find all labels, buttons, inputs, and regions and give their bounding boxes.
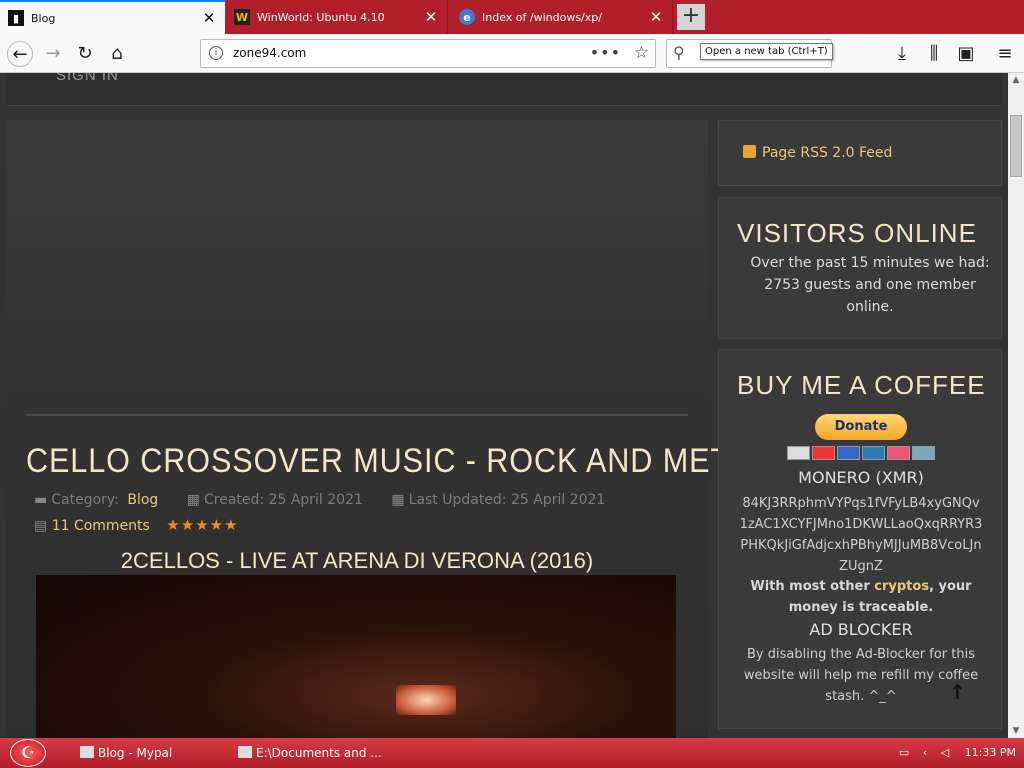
browser-icon xyxy=(80,746,94,758)
volume-icon[interactable]: ◁ xyxy=(941,746,949,759)
new-tab-tooltip: Open a new tab (Ctrl+T) xyxy=(700,43,833,60)
scroll-down-icon[interactable]: ▼ xyxy=(1008,726,1024,736)
rss-icon xyxy=(743,145,756,158)
crypto-warning: With most other cryptos, your money is t… xyxy=(750,579,972,615)
folder-icon: ▬ xyxy=(34,492,48,508)
scroll-up-icon[interactable]: ▲ xyxy=(1008,75,1024,85)
system-tray: ▭ ‹ ◁ 11:33 PM xyxy=(899,742,1016,764)
keyboard-icon[interactable]: ▭ xyxy=(899,746,909,759)
close-tab-icon[interactable]: ✕ xyxy=(201,10,217,26)
category-link[interactable]: Blog xyxy=(127,492,158,508)
video-frame xyxy=(396,685,456,715)
monero-address[interactable]: 84KJ3RRphmVYPqs1fVFyLB4xyGNQv1zAC1XCYFJM… xyxy=(739,493,983,577)
article-meta: ▬ Category: Blog ▦ Created: 25 April 2021 … xyxy=(34,492,609,508)
visitors-text: Over the past 15 minutes we had: 2753 gu… xyxy=(750,255,990,315)
7zip-icon xyxy=(238,746,252,758)
site-info-icon[interactable]: i xyxy=(209,46,223,60)
task-blog-mypal[interactable]: Blog - Mypal xyxy=(80,742,172,764)
terminal-favicon-icon: ▮ xyxy=(8,10,24,26)
back-to-top-icon[interactable]: ↑ xyxy=(949,680,966,704)
article-title[interactable]: CELLO CROSSOVER MUSIC - ROCK AND METAL xyxy=(26,442,767,481)
category-label: Category: xyxy=(51,492,119,508)
new-tab-button[interactable]: + xyxy=(677,4,705,30)
ie-favicon-icon: e xyxy=(459,9,475,25)
reload-button[interactable]: ↻ xyxy=(72,41,98,67)
library-button[interactable]: ⫼ xyxy=(921,41,947,67)
back-button[interactable]: ← xyxy=(7,41,33,67)
url-bar[interactable]: i zone94.com ••• ☆ xyxy=(200,39,656,68)
video-title: 2CELLOS - LIVE AT ARENA DI VERONA (2016) xyxy=(120,548,594,573)
top-menu-strip: SIGN IN xyxy=(6,73,1002,106)
tab-index-xp[interactable]: e Index of /windows/xp/ ✕ xyxy=(451,0,673,34)
tray-expand-icon[interactable]: ‹ xyxy=(923,746,927,759)
visitors-title: VISITORS ONLINE xyxy=(737,218,977,248)
comment-icon: ▤ xyxy=(34,518,48,534)
tab-strip: ▮ Blog ✕ W WinWorld: Ubuntu 4.10 ✕ e Ind… xyxy=(0,0,1024,34)
bookmark-star-icon[interactable]: ☆ xyxy=(634,43,649,63)
search-icon: ⚲ xyxy=(673,43,685,62)
close-tab-icon[interactable]: ✕ xyxy=(648,9,664,25)
page-scrollbar[interactable]: ▲ ▼ xyxy=(1008,73,1024,738)
video-player[interactable] xyxy=(36,575,676,738)
calendar-icon: ▦ xyxy=(391,492,405,508)
scroll-thumb[interactable] xyxy=(1010,115,1022,177)
tab-winworld[interactable]: W WinWorld: Ubuntu 4.10 ✕ xyxy=(226,0,448,34)
sign-in-link[interactable]: SIGN IN xyxy=(56,73,119,84)
tab-title: Blog xyxy=(31,11,56,25)
updated-date: Last Updated: 25 April 2021 xyxy=(408,492,606,508)
donate-button[interactable]: Donate xyxy=(815,414,907,440)
tab-title: WinWorld: Ubuntu 4.10 xyxy=(257,10,385,24)
adblock-text: By disabling the Ad-Blocker for this web… xyxy=(743,647,979,704)
monero-title: MONERO (XMR) xyxy=(798,468,924,487)
download-button[interactable]: ⤓ xyxy=(889,41,915,67)
coffee-box: BUY ME A COFFEE Donate MONERO (XMR) 84KJ… xyxy=(718,349,1002,729)
page-content: SIGN IN CELLO CROSSOVER MUSIC - ROCK AND… xyxy=(0,73,1008,738)
calendar-icon: ▦ xyxy=(186,492,200,508)
sidebar-button[interactable]: ▣ xyxy=(953,41,979,67)
menu-button[interactable]: ≡ xyxy=(992,41,1018,67)
article-meta-comments: ▤ 11 Comments ★★★★★ xyxy=(34,516,239,534)
payment-cards-icon xyxy=(787,446,935,460)
rating-stars[interactable]: ★★★★★ xyxy=(166,516,238,534)
page-actions-icon[interactable]: ••• xyxy=(590,43,621,62)
rss-box: Page RSS 2.0 Feed xyxy=(718,120,1002,186)
coffee-title: BUY ME A COFFEE xyxy=(737,370,986,400)
visitors-box: VISITORS ONLINE Over the past 15 minutes… xyxy=(718,197,1002,339)
url-text[interactable]: zone94.com xyxy=(233,46,306,60)
taskbar: ☪ Blog - Mypal E:\Documents and ... ▭ ‹ … xyxy=(0,738,1024,768)
created-date: Created: 25 April 2021 xyxy=(203,492,363,508)
cryptos-link[interactable]: cryptos xyxy=(874,579,929,594)
rss-link[interactable]: Page RSS 2.0 Feed xyxy=(743,145,892,161)
start-button[interactable]: ☪ xyxy=(10,739,46,767)
tab-title: Index of /windows/xp/ xyxy=(482,10,602,24)
navigation-bar: ← → ↻ ⌂ i zone94.com ••• ☆ ⚲ ⤓ ⫼ ▣ ≡ xyxy=(0,34,1024,73)
tab-blog[interactable]: ▮ Blog ✕ xyxy=(0,0,225,34)
task-explorer[interactable]: E:\Documents and ... xyxy=(238,742,382,764)
forward-button[interactable]: → xyxy=(40,41,66,67)
adblock-title: AD BLOCKER xyxy=(809,620,913,639)
home-button[interactable]: ⌂ xyxy=(104,41,130,67)
comments-link[interactable]: 11 Comments xyxy=(52,518,150,534)
divider xyxy=(26,414,688,416)
close-tab-icon[interactable]: ✕ xyxy=(423,9,439,25)
main-column: CELLO CROSSOVER MUSIC - ROCK AND METAL ▬… xyxy=(6,120,766,738)
winworld-favicon-icon: W xyxy=(234,9,250,25)
clock[interactable]: 11:33 PM xyxy=(965,746,1016,759)
